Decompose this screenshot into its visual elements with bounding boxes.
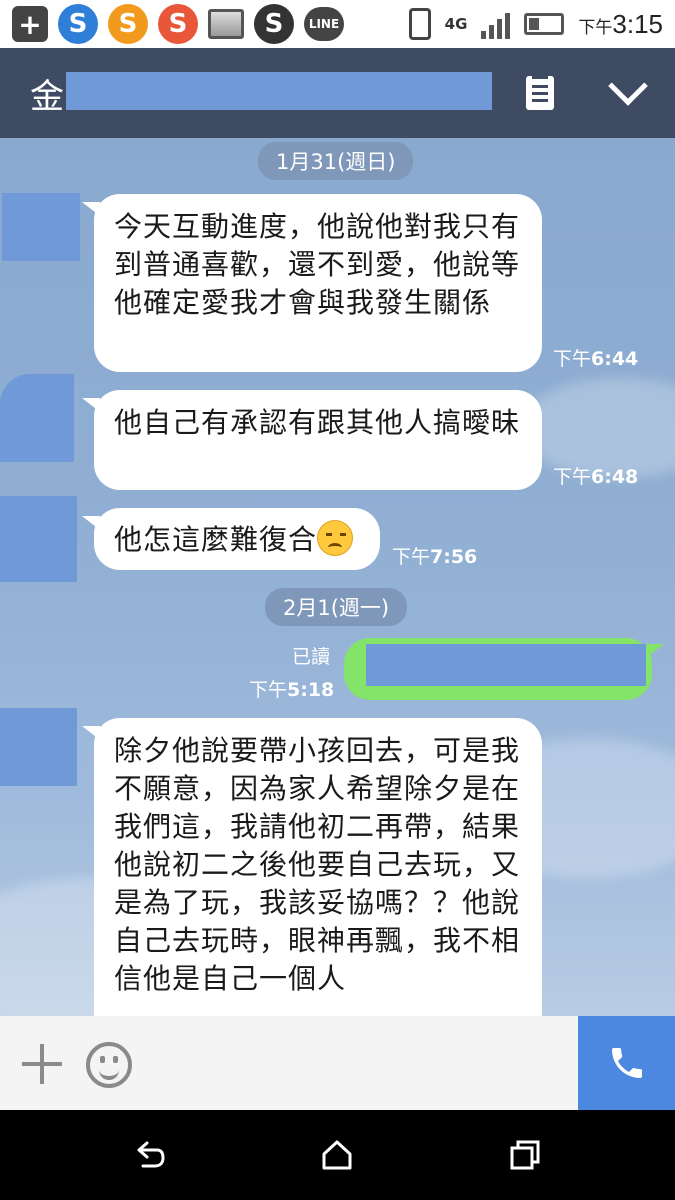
back-icon[interactable] — [133, 1138, 167, 1172]
notification-icons: + S S S S LINE — [12, 4, 344, 44]
gallery-icon — [208, 9, 244, 39]
s-app-blue-icon: S — [58, 4, 98, 44]
notes-icon[interactable] — [526, 76, 554, 110]
message-time: 下午6:48 — [553, 466, 639, 488]
outgoing-message[interactable] — [344, 638, 664, 700]
read-receipt: 已讀 — [292, 646, 331, 668]
message-time: 下午6:44 — [553, 348, 639, 370]
call-button[interactable] — [578, 1016, 675, 1110]
signal-icon — [481, 9, 511, 39]
s-app-red-icon: S — [158, 4, 198, 44]
avatar[interactable] — [0, 496, 77, 582]
message-time: 下午7:56 — [392, 546, 478, 568]
input-bar — [0, 1016, 675, 1110]
vibrate-icon — [408, 8, 431, 40]
avatar[interactable] — [0, 374, 74, 462]
incoming-message[interactable]: 他怎這麼難復合 — [82, 508, 380, 570]
date-separator: 2月1(週一) — [265, 588, 408, 626]
incoming-message[interactable]: 除夕他說要帶小孩回去，可是我不願意，因為家人希望除夕是在我們這，我請他初二再帶，… — [82, 718, 542, 1016]
system-indicators: 4G 下午3:15 — [408, 8, 663, 40]
redacted-message — [366, 644, 646, 686]
chat-header: 金 — [0, 48, 675, 138]
status-bar: + S S S S LINE 4G 下午3:15 — [0, 0, 675, 48]
battery-icon — [524, 13, 565, 35]
network-type: 4G — [444, 15, 468, 33]
redacted-name — [66, 72, 492, 110]
emoji-icon[interactable] — [86, 1042, 132, 1088]
avatar[interactable] — [0, 708, 77, 786]
chat-title: 金 — [30, 76, 64, 117]
message-time: 下午5:18 — [249, 679, 335, 701]
home-icon[interactable] — [320, 1138, 354, 1172]
clock: 下午3:15 — [578, 8, 663, 39]
chat-area[interactable]: 1月31(週日) 今天互動進度，他說他對我只有到普通喜歡，還不到愛，他說等他確定… — [0, 138, 675, 1016]
recent-apps-icon[interactable] — [508, 1138, 542, 1172]
s-app-orange-icon: S — [108, 4, 148, 44]
add-icon: + — [12, 6, 48, 42]
avatar[interactable] — [2, 193, 80, 261]
skype-icon: S — [254, 4, 294, 44]
date-separator: 1月31(週日) — [258, 142, 414, 180]
android-nav-bar — [0, 1110, 675, 1200]
line-icon: LINE — [304, 7, 344, 41]
plus-icon[interactable] — [22, 1044, 62, 1084]
sad-face-emoji-icon — [317, 520, 354, 556]
incoming-message[interactable]: 今天互動進度，他說他對我只有到普通喜歡，還不到愛，他說等他確定愛我才會與我發生關… — [82, 194, 542, 372]
chevron-down-icon[interactable] — [608, 66, 648, 106]
incoming-message[interactable]: 他自己有承認有跟其他人搞曖昧 — [82, 390, 542, 490]
phone-icon — [611, 1048, 642, 1078]
